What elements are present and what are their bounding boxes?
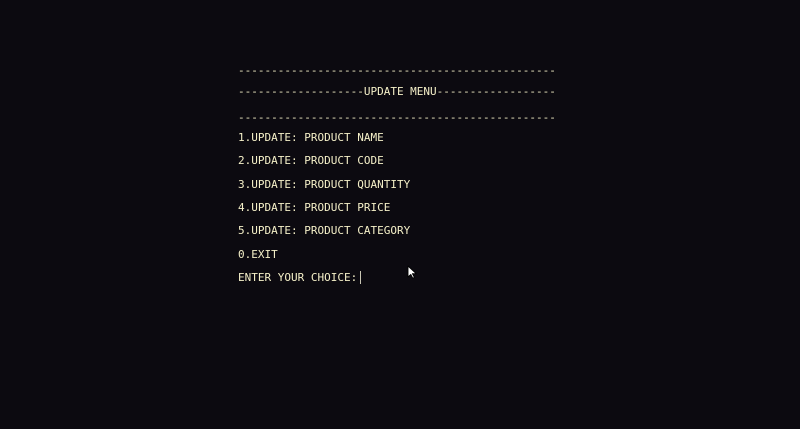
menu-option-update-name: 1.UPDATE: PRODUCT NAME (238, 131, 384, 144)
console-window: ----------------------------------------… (0, 0, 800, 429)
menu-option-update-category: 5.UPDATE: PRODUCT CATEGORY (238, 224, 411, 237)
menu-option-exit: 0.EXIT (238, 248, 278, 261)
menu-bottom-rule: ----------------------------------------… (238, 111, 556, 124)
menu-option-update-code: 2.UPDATE: PRODUCT CODE (238, 154, 384, 167)
menu-title: -------------------UPDATE MENU----------… (238, 85, 556, 98)
choice-input-caret[interactable] (360, 271, 361, 284)
menu-top-rule: ----------------------------------------… (238, 64, 556, 77)
mouse-pointer-icon (407, 265, 417, 279)
menu-option-update-quantity: 3.UPDATE: PRODUCT QUANTITY (238, 178, 411, 191)
menu-option-update-price: 4.UPDATE: PRODUCT PRICE (238, 201, 391, 214)
choice-prompt: ENTER YOUR CHOICE: (238, 271, 358, 284)
